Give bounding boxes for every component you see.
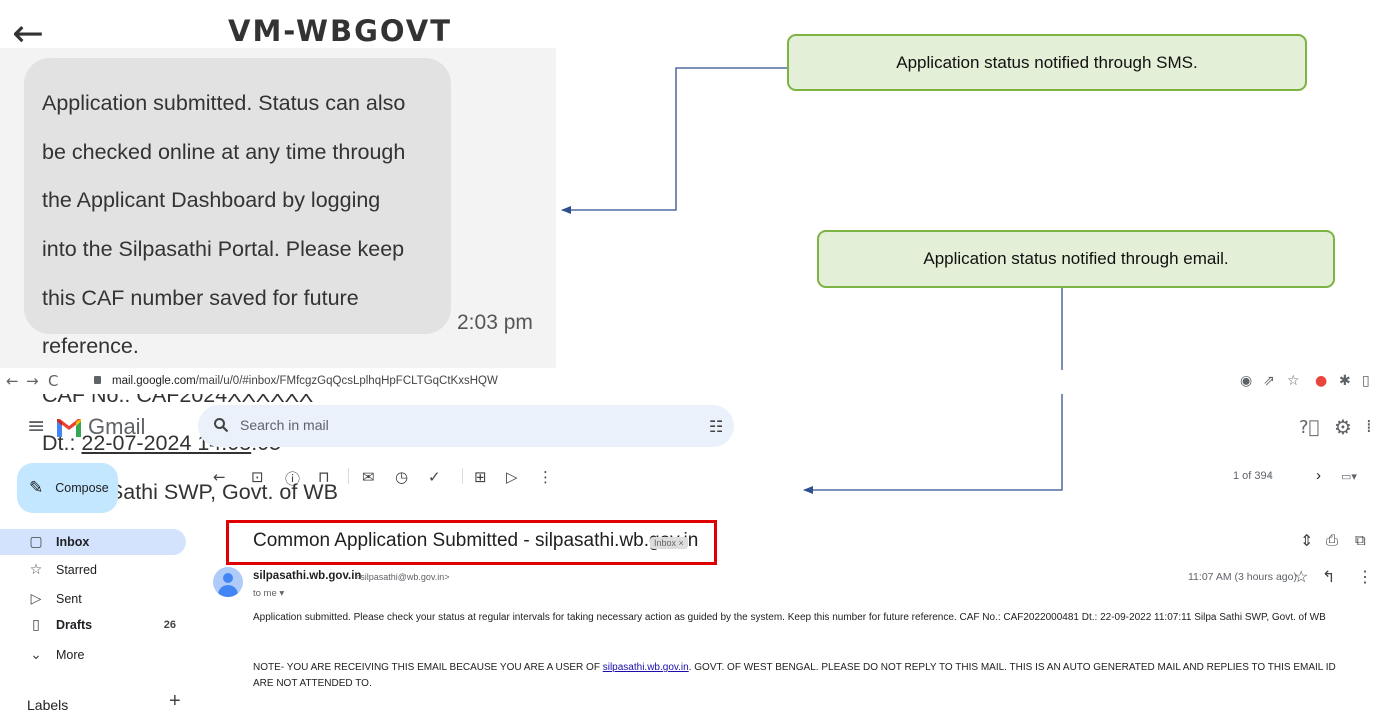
sidebar-item-label: More xyxy=(56,648,85,662)
message-note: NOTE- YOU ARE RECEIVING THIS EMAIL BECAU… xyxy=(253,660,1358,692)
snooze-icon[interactable]: ◷ xyxy=(395,468,408,486)
bookmark-star-icon[interactable]: ☆ xyxy=(1287,373,1300,389)
sms-time: 2:03 pm xyxy=(457,311,533,334)
sms-line: Application submitted. Status can also xyxy=(42,91,406,116)
sidebar-item-starred[interactable]: ☆ Starred xyxy=(0,557,186,583)
note-prefix: NOTE- YOU ARE RECEIVING THIS EMAIL BECAU… xyxy=(253,662,603,673)
back-to-inbox-icon[interactable]: ← xyxy=(213,468,226,486)
compose-button[interactable]: ✎ Compose xyxy=(17,463,118,513)
extension-icon[interactable]: ● xyxy=(1315,373,1327,389)
chevron-right-icon[interactable]: › xyxy=(1316,467,1321,484)
recipient-details[interactable]: to me ▾ xyxy=(253,588,284,599)
star-icon[interactable]: ☆ xyxy=(1294,567,1308,587)
sms-line: reference. xyxy=(42,334,139,359)
add-task-icon[interactable]: ✓ xyxy=(428,468,441,486)
url-host: mail.google.com xyxy=(112,375,196,387)
email-subject: Common Application Submitted - silpasath… xyxy=(253,530,699,551)
share-icon[interactable]: ⇗ xyxy=(1263,373,1275,389)
sms-line: this CAF number saved for future xyxy=(42,285,359,310)
sms-line: be checked online at any time through xyxy=(42,139,406,164)
star-icon: ☆ xyxy=(29,562,43,578)
sms-sender: VM-WBGOVT xyxy=(228,14,453,48)
mark-unread-icon[interactable]: ✉ xyxy=(362,468,375,486)
callout-sms: Application status notified through SMS. xyxy=(787,34,1307,91)
move-to-icon[interactable]: ⊞ xyxy=(474,468,487,486)
sidebar-item-inbox[interactable]: ▢ Inbox xyxy=(0,529,186,555)
message-time: 11:07 AM (3 hours ago) xyxy=(1188,571,1297,583)
reply-icon[interactable]: ↰ xyxy=(1322,567,1335,586)
expand-all-icon[interactable]: ⇕ xyxy=(1300,531,1313,550)
reload-icon[interactable]: C xyxy=(48,372,58,390)
browser-forward-icon[interactable]: → xyxy=(26,372,39,390)
sidebar-item-label: Drafts xyxy=(56,618,93,632)
inbox-label-chip[interactable]: Inbox × xyxy=(650,537,688,549)
search-options-icon[interactable]: ☷ xyxy=(709,417,723,436)
print-icon[interactable]: ⎙ xyxy=(1326,531,1338,549)
page-count: 1 of 394 xyxy=(1233,470,1273,482)
report-spam-icon[interactable]: ⓘ xyxy=(285,468,300,489)
more-options-icon[interactable]: ⋮ xyxy=(538,468,553,486)
toolbar-divider xyxy=(462,468,463,484)
compose-label: Compose xyxy=(55,481,109,495)
sidebar-item-sent[interactable]: ▷ Sent xyxy=(0,586,186,612)
archive-icon[interactable]: ⊡ xyxy=(251,468,264,486)
more-vert-icon[interactable]: ⋮ xyxy=(1357,567,1373,587)
sidebar-item-label: Inbox xyxy=(56,535,90,549)
avatar[interactable] xyxy=(213,567,243,597)
sidebar-item-more[interactable]: ⌄ More xyxy=(0,642,186,668)
open-new-window-icon[interactable]: ⧉ xyxy=(1355,531,1366,549)
note-link[interactable]: silpasathi.wb.gov.in xyxy=(603,662,689,673)
chevron-down-icon: ⌄ xyxy=(30,647,42,663)
sms-line: into the Silpasathi Portal. Please keep xyxy=(42,237,405,262)
location-icon[interactable]: ◉ xyxy=(1240,373,1252,389)
sender-name[interactable]: silpasathi.wb.gov.in xyxy=(253,570,361,582)
draft-icon: ▯ xyxy=(32,617,40,633)
callout-email: Application status notified through emai… xyxy=(817,230,1335,288)
lock-icon xyxy=(94,376,101,384)
sms-message: Application submitted. Status can also b… xyxy=(42,67,462,529)
inbox-icon: ▢ xyxy=(29,534,43,550)
sms-callout-arrow xyxy=(561,67,787,214)
apps-icon[interactable]: ⁞ xyxy=(1366,416,1372,437)
labels-heading: Labels xyxy=(27,697,69,713)
sms-line: the Applicant Dashboard by logging xyxy=(42,188,381,213)
search-input[interactable]: Search in mail xyxy=(240,417,329,433)
send-icon: ▷ xyxy=(30,591,42,607)
arrow-left-icon[interactable]: ← xyxy=(12,14,44,52)
search-icon[interactable] xyxy=(213,417,229,433)
address-bar[interactable]: mail.google.com/mail/u/0/#inbox/FMfcgzGq… xyxy=(112,375,498,387)
url-path: /mail/u/0/#inbox/FMfcgzGqQcsLplhqHpFCLTG… xyxy=(195,375,498,387)
chevron-left-icon[interactable]: ‹ xyxy=(1268,467,1273,484)
add-label-button[interactable]: + xyxy=(169,690,181,713)
delete-icon[interactable]: ⊓ xyxy=(318,468,330,486)
sidebar-item-drafts[interactable]: ▯ Drafts 26 xyxy=(0,612,186,638)
browser-back-icon[interactable]: ← xyxy=(6,372,19,390)
gmail-logo-icon[interactable] xyxy=(56,418,82,438)
extensions-puzzle-icon[interactable]: ✱ xyxy=(1339,373,1351,389)
sender-email: <silpasathi@wb.gov.in> xyxy=(355,572,450,582)
message-body: Application submitted. Please check your… xyxy=(253,612,1326,623)
sidebar-item-label: Starred xyxy=(56,563,97,577)
sidebar-item-label: Sent xyxy=(56,592,82,606)
app-name: Gmail xyxy=(88,414,146,439)
toolbar-divider xyxy=(348,468,349,484)
gear-icon[interactable]: ⚙ xyxy=(1334,415,1352,439)
pencil-icon: ✎ xyxy=(29,478,44,498)
help-icon[interactable]: ?⃝ xyxy=(1299,417,1319,438)
side-panel-icon[interactable]: ▯ xyxy=(1362,373,1370,389)
main-menu-icon[interactable]: ≡ xyxy=(27,414,45,439)
drafts-count: 26 xyxy=(163,619,176,631)
label-icon[interactable]: ▷ xyxy=(506,468,518,486)
input-tools-icon[interactable]: ▭▾ xyxy=(1341,470,1357,483)
